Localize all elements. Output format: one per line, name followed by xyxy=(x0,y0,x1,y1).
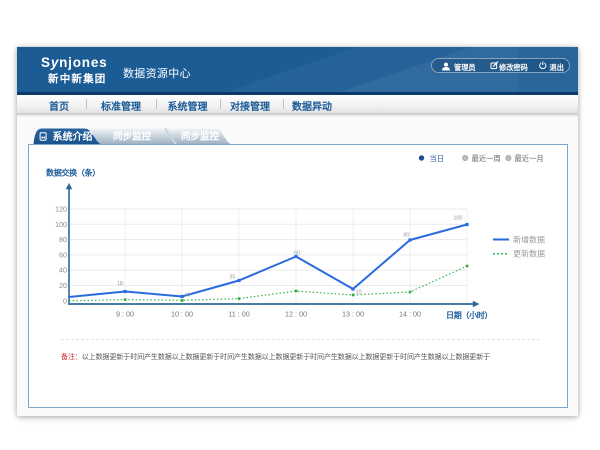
svg-text:80: 80 xyxy=(403,233,409,239)
svg-text:120: 120 xyxy=(55,205,67,214)
svg-text:11 : 00: 11 : 00 xyxy=(228,310,249,319)
svg-text:数据交换（条）: 数据交换（条） xyxy=(46,168,100,178)
svg-text:0: 0 xyxy=(63,296,67,305)
svg-text:系统介绍: 系统介绍 xyxy=(53,130,93,143)
svg-text:100: 100 xyxy=(453,216,462,222)
svg-text:10: 10 xyxy=(356,290,362,296)
svg-text:更新数据: 更新数据 xyxy=(513,249,545,259)
svg-text:80: 80 xyxy=(59,235,67,244)
svg-text:14 : 00: 14 : 00 xyxy=(399,310,421,319)
svg-text:新增数据: 新增数据 xyxy=(513,235,545,245)
svg-text:60: 60 xyxy=(59,250,67,259)
svg-text:18: 18 xyxy=(117,281,123,287)
svg-text:20: 20 xyxy=(59,281,67,290)
svg-text:40: 40 xyxy=(59,266,67,275)
svg-text:日期（小时）: 日期（小时） xyxy=(446,310,492,320)
svg-text:12 : 00: 12 : 00 xyxy=(285,310,307,319)
svg-text:10: 10 xyxy=(185,293,191,299)
svg-text:100: 100 xyxy=(55,220,67,229)
svg-text:同步监控: 同步监控 xyxy=(113,131,152,143)
svg-text:同步监控: 同步监控 xyxy=(181,131,220,143)
svg-text:60: 60 xyxy=(294,251,300,257)
svg-text:9 : 00: 9 : 00 xyxy=(116,310,134,319)
svg-text:10 : 00: 10 : 00 xyxy=(171,310,193,319)
svg-text:35: 35 xyxy=(229,275,235,281)
svg-text:13 : 00: 13 : 00 xyxy=(342,310,364,319)
